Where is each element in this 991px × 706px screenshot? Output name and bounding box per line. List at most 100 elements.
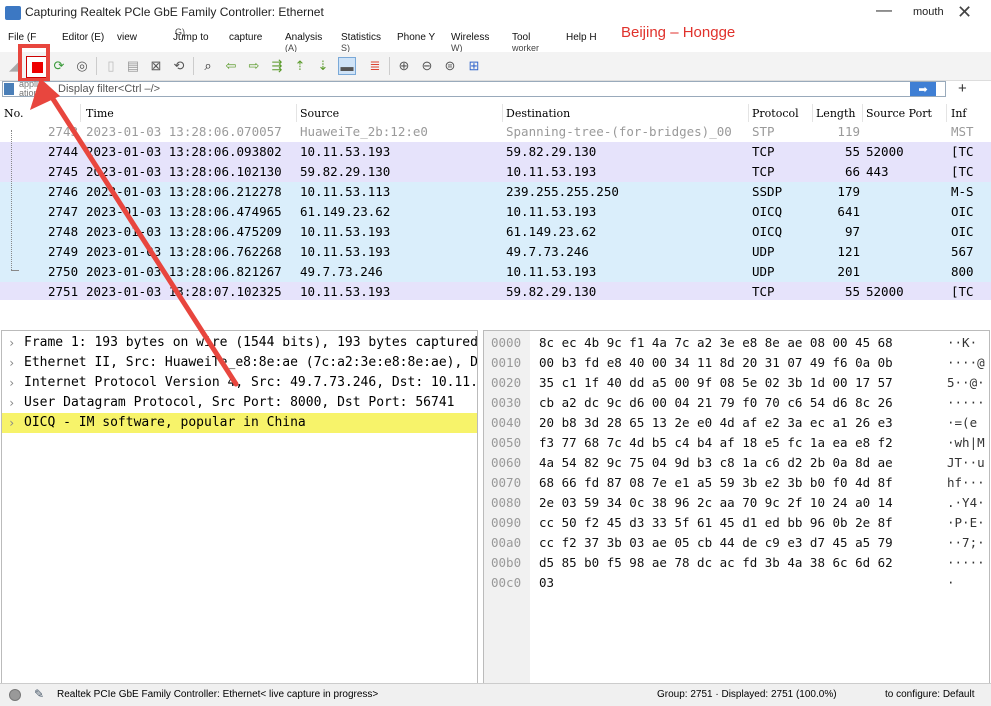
save-file-icon[interactable]: ▤ (124, 57, 142, 75)
apply-filter-button[interactable]: ➡ (910, 82, 936, 96)
last-packet-icon[interactable]: ⇣ (314, 57, 332, 75)
packet-row[interactable]: 2745 2023-01-03 13:28:06.102130 59.82.29.1… (0, 162, 991, 182)
status-profile[interactable]: to configure: Default (885, 689, 975, 700)
byte-ascii[interactable]: ·wh|M (947, 433, 985, 453)
byte-hex[interactable]: 00 b3 fd e8 40 00 34 11 8d 20 31 07 49 f… (539, 353, 893, 373)
packet-row[interactable]: 2744 2023-01-03 13:28:06.093802 10.11.53.1… (0, 142, 991, 162)
autoscroll-icon[interactable]: ▬ (338, 57, 356, 75)
menu-go[interactable]: Jump to G) (173, 27, 209, 43)
chevron-right-icon[interactable]: › (8, 373, 15, 393)
column-header-info[interactable]: Inf (951, 107, 967, 120)
options-icon[interactable]: ◎ (73, 57, 91, 75)
menu-analyze[interactable]: Analysis (A) (285, 33, 322, 54)
cell-length: 641 (837, 204, 860, 219)
byte-ascii[interactable]: ····· (947, 553, 985, 573)
cell-destination: 10.11.53.193 (506, 264, 597, 279)
byte-hex[interactable]: 20 b8 3d 28 65 13 2e e0 4d af e2 3a ec a… (539, 413, 893, 433)
column-header-destination[interactable]: Destination (506, 107, 570, 120)
detail-row-oicq[interactable]: › OICQ - IM software, popular in China (2, 413, 477, 433)
restart-capture-icon[interactable]: ⟳ (50, 57, 68, 75)
byte-hex[interactable]: 4a 54 82 9c 75 04 9d b3 c8 1a c6 d2 2b 0… (539, 453, 893, 473)
byte-hex[interactable]: cc 50 f2 45 d3 33 5f 61 45 d1 ed bb 96 0… (539, 513, 893, 533)
byte-hex[interactable]: cc f2 37 3b 03 ae 05 cb 44 de c9 e3 d7 4… (539, 533, 893, 553)
packet-details-pane[interactable]: › Frame 1: 193 bytes on wire (1544 bits),… (1, 330, 478, 684)
column-header-length[interactable]: Length (816, 107, 855, 120)
detail-row-ethernet[interactable]: › Ethernet II, Src: HuaweiTe_e8:8e:ae (7c… (2, 353, 477, 373)
byte-ascii[interactable]: JT··u (947, 453, 985, 473)
detail-row-frame[interactable]: › Frame 1: 193 bytes on wire (1544 bits),… (2, 333, 477, 353)
byte-hex[interactable]: 35 c1 1f 40 dd a5 00 9f 08 5e 02 3b 1d 0… (539, 373, 893, 393)
chevron-right-icon[interactable]: › (8, 393, 15, 413)
menu-telephony[interactable]: Phone Y (397, 33, 435, 43)
packet-row[interactable]: 2750 2023-01-03 13:28:06.821267 49.7.73.24… (0, 262, 991, 282)
chevron-right-icon[interactable]: › (8, 353, 15, 373)
byte-ascii[interactable]: 5··@· (947, 373, 985, 393)
byte-hex[interactable]: 8c ec 4b 9c f1 4a 7c a2 3e e8 8e ae 08 0… (539, 333, 893, 353)
column-header-protocol[interactable]: Protocol (752, 107, 799, 120)
packet-row[interactable]: 2743 2023-01-03 13:28:06.070057 HuaweiTe_2… (0, 122, 991, 142)
byte-hex[interactable]: d5 85 b0 f5 98 ae 78 dc ac fd 3b 4a 38 6… (539, 553, 893, 573)
cell-destination: 49.7.73.246 (506, 244, 589, 259)
byte-hex[interactable]: cb a2 dc 9c d6 00 04 21 79 f0 70 c6 54 d… (539, 393, 893, 413)
column-header-no[interactable]: No. (4, 107, 24, 120)
capture-comment-icon[interactable]: ✎ (34, 687, 44, 701)
byte-hex[interactable]: 03 (539, 573, 554, 593)
resize-columns-icon[interactable]: ⊞ (465, 57, 483, 75)
cell-time: 2023-01-03 13:28:06.102130 (86, 164, 282, 179)
menu-view[interactable]: view (117, 33, 137, 43)
minimize-button[interactable]: — (876, 2, 892, 20)
find-icon[interactable]: ⌕ (199, 57, 217, 75)
expert-info-icon[interactable] (9, 689, 21, 701)
byte-hex[interactable]: 2e 03 59 34 0c 38 96 2c aa 70 9c 2f 10 2… (539, 493, 893, 513)
detail-row-udp[interactable]: › User Datagram Protocol, Src Port: 8000,… (2, 393, 477, 413)
back-icon[interactable]: ⇦ (222, 57, 240, 75)
menu-statistics[interactable]: Statistics S) (341, 33, 381, 54)
packet-row[interactable]: 2748 2023-01-03 13:28:06.475209 10.11.53.1… (0, 222, 991, 242)
close-file-icon[interactable]: ⊠ (147, 57, 165, 75)
menu-tools[interactable]: Tool worker (512, 33, 539, 54)
column-header-source[interactable]: Source (300, 107, 339, 120)
byte-ascii[interactable]: ····· (947, 393, 985, 413)
menu-capture[interactable]: capture (229, 33, 262, 43)
column-header-time[interactable]: Time (86, 107, 114, 120)
menu-edit[interactable]: Editor (E) (62, 33, 104, 43)
byte-offset: 0090 (491, 515, 522, 530)
byte-hex[interactable]: f3 77 68 7c 4d b5 c4 b4 af 18 e5 fc 1a e… (539, 433, 893, 453)
byte-hex[interactable]: 68 66 fd 87 08 7e e1 a5 59 3b e2 3b b0 f… (539, 473, 893, 493)
menu-wireless[interactable]: Wireless W) (451, 33, 489, 54)
close-button[interactable]: ✕ (957, 2, 972, 23)
packet-row[interactable]: 2749 2023-01-03 13:28:06.762268 10.11.53.1… (0, 242, 991, 262)
zoom-in-icon[interactable]: ⊕ (395, 57, 413, 75)
byte-ascii[interactable]: .·Y4· (947, 493, 985, 513)
go-to-packet-icon[interactable]: ⇶ (268, 57, 286, 75)
packet-list[interactable]: No. Time Source Destination Protocol Len… (0, 104, 991, 300)
byte-ascii[interactable]: ····@ (947, 353, 985, 373)
add-filter-button[interactable]: + (958, 80, 967, 97)
reload-icon[interactable]: ⟲ (170, 57, 188, 75)
packet-row[interactable]: 2747 2023-01-03 13:28:06.474965 61.149.23.… (0, 202, 991, 222)
packet-bytes-pane[interactable]: 0000 8c ec 4b 9c f1 4a 7c a2 3e e8 8e ae … (483, 330, 990, 684)
packet-row[interactable]: 2751 2023-01-03 13:28:07.102325 10.11.53.1… (0, 282, 991, 300)
packet-row[interactable]: 2746 2023-01-03 13:28:06.212278 10.11.53.1… (0, 182, 991, 202)
detail-row-ipv4[interactable]: › Internet Protocol Version 4, Src: 49.7.… (2, 373, 477, 393)
cell-destination: 10.11.53.193 (506, 204, 597, 219)
byte-ascii[interactable]: ·=(e (947, 413, 977, 433)
column-header-source-port[interactable]: Source Port (866, 107, 932, 120)
chevron-right-icon[interactable]: › (8, 333, 15, 353)
normal-size-icon[interactable]: ⊜ (441, 57, 459, 75)
byte-ascii[interactable]: hf··· (947, 473, 985, 493)
byte-ascii[interactable]: · (947, 573, 955, 593)
byte-ascii[interactable]: ··7;· (947, 533, 985, 553)
byte-ascii[interactable]: ··K· (947, 333, 977, 353)
first-packet-icon[interactable]: ⇡ (291, 57, 309, 75)
colorize-icon[interactable]: ≣ (366, 57, 384, 75)
bookmark-icon[interactable] (4, 83, 14, 95)
chevron-right-icon[interactable]: › (8, 413, 15, 433)
menu-file[interactable]: File (F (8, 33, 36, 43)
open-file-icon[interactable]: ▯ (102, 57, 120, 75)
forward-icon[interactable]: ⇨ (245, 57, 263, 75)
byte-offset: 00c0 (491, 575, 522, 590)
byte-ascii[interactable]: ·P·E· (947, 513, 985, 533)
zoom-out-icon[interactable]: ⊖ (418, 57, 436, 75)
menu-help[interactable]: Help H (566, 33, 597, 43)
